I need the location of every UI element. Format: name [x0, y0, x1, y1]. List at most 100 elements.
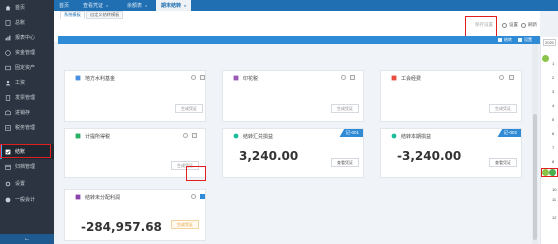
profit-icon: [391, 133, 397, 139]
month-item[interactable]: 11: [552, 197, 556, 202]
sidebar-item-label: 发票管理: [15, 95, 36, 101]
sidebar-item-funds[interactable]: 资金管理: [0, 45, 54, 60]
month-item[interactable]: 8: [552, 159, 554, 164]
gear-icon[interactable]: [191, 194, 196, 199]
sidebar-item-settings[interactable]: 设置: [0, 176, 54, 191]
sidebar-item-label: 进销存: [15, 110, 31, 116]
card-exchange-gain: 结转汇兑损益 3,240.00 查看凭证 记-001: [222, 128, 364, 178]
sidebar-item-reports[interactable]: 报表中心: [0, 30, 54, 45]
refresh-button[interactable]: 刷新: [521, 22, 537, 28]
month-item[interactable]: 2: [552, 75, 554, 80]
enable-checkbox[interactable]: [350, 75, 355, 80]
carry-forward-button[interactable]: 结转: [498, 37, 512, 43]
gear-icon[interactable]: [341, 75, 346, 80]
view-voucher-button[interactable]: 查看凭证: [489, 158, 517, 167]
gear-icon[interactable]: [191, 75, 196, 80]
generate-voucher-button[interactable]: 生成凭证: [489, 104, 517, 113]
tab-balance[interactable]: 余额表 ×: [122, 0, 152, 11]
subtab-label: 系统模板: [64, 12, 81, 17]
month-item[interactable]: 5: [552, 117, 554, 122]
salary-icon: [4, 80, 11, 86]
action-bar: [58, 36, 540, 44]
scrollbar-thumb[interactable]: [533, 114, 537, 240]
sidebar-collapse-button[interactable]: ←: [0, 234, 54, 244]
sidebar: 首页 总账 报表中心 资金管理 固定资产 工资 发票管理 进销存 税务管理 结账…: [0, 0, 54, 244]
button-label: 设置: [524, 37, 532, 42]
card-header: 地方水利基金: [65, 71, 205, 85]
close-icon[interactable]: ×: [184, 3, 186, 8]
tab-home[interactable]: 首页: [54, 0, 74, 11]
sidebar-item-invoice[interactable]: 发票管理: [0, 90, 54, 105]
month-item[interactable]: 7: [552, 145, 554, 150]
month-item[interactable]: 4: [552, 103, 554, 108]
year-select[interactable]: 2020: [543, 39, 556, 46]
card-undistributed-profit: 结转未分配利润 -284,957.68 生成凭证: [64, 189, 206, 241]
amount-value: -3,240.00: [397, 149, 462, 163]
enable-checkbox[interactable]: [200, 194, 205, 199]
gear-icon[interactable]: [183, 133, 188, 138]
vertical-scrollbar[interactable]: [532, 44, 538, 244]
gear-icon: [4, 181, 11, 187]
month-item[interactable]: 6: [552, 131, 554, 136]
button-label: 查看凭证: [337, 159, 353, 165]
generate-voucher-button[interactable]: 生成凭证: [331, 104, 359, 113]
sidebar-item-label: 工资: [15, 80, 26, 86]
month-item[interactable]: 3: [552, 89, 554, 94]
report-icon: [4, 35, 11, 41]
badge-label: 记-002: [503, 130, 517, 135]
button-label: 刷新: [528, 22, 537, 27]
close-icon[interactable]: ×: [106, 3, 108, 8]
button-label: 生成凭证: [177, 221, 193, 227]
enable-checkbox[interactable]: [509, 75, 514, 80]
sidebar-item-ledger[interactable]: 总账: [0, 15, 54, 30]
card-title: 结转本期损益: [401, 133, 432, 140]
sidebar-item-salary[interactable]: 工资: [0, 75, 54, 90]
tab-label: 首页: [59, 3, 70, 9]
enable-checkbox[interactable]: [200, 75, 205, 80]
sidebar-item-label: 税务管理: [15, 125, 36, 131]
sidebar-item-accountant[interactable]: 一般会计: [0, 192, 54, 207]
exchange-icon: [233, 133, 239, 139]
button-label: 生成凭证: [495, 105, 511, 111]
gear-icon: [502, 22, 507, 28]
tab-view-voucher[interactable]: 查看凭证 ×: [78, 0, 113, 11]
sidebar-item-inventory[interactable]: 进销存: [0, 105, 54, 120]
enable-checkbox[interactable]: [192, 133, 197, 138]
generate-voucher-button[interactable]: 生成凭证: [175, 104, 203, 113]
tab-period-end[interactable]: 期末结转 ×: [156, 0, 192, 11]
sidebar-item-home[interactable]: 首页: [0, 0, 54, 15]
gear-icon[interactable]: [499, 75, 504, 80]
card-profit-loss: 结转本期损益 -3,240.00 查看凭证 记-002: [380, 128, 522, 178]
card-title: 结转未分配利润: [85, 194, 121, 201]
sidebar-item-checkout[interactable]: 结账: [0, 144, 54, 159]
subtab-label: 自定义结转模板: [90, 12, 120, 17]
button-label: 生成凭证: [181, 105, 197, 111]
sidebar-item-label: 报表中心: [15, 35, 36, 41]
highlight-box-card: [186, 166, 206, 181]
subtab-system-template[interactable]: 系统模板: [60, 11, 85, 19]
sidebar-item-archive[interactable]: 归档管理: [0, 159, 54, 174]
generate-voucher-button[interactable]: 生成凭证: [171, 220, 199, 229]
tab-label: 余额表: [127, 3, 143, 9]
month-item[interactable]: 10: [552, 187, 556, 192]
card-stamp-tax: 印花税 生成凭证: [222, 70, 364, 122]
badge-label: 记-001: [345, 130, 359, 135]
water-icon: [75, 75, 81, 81]
highlight-box-calendar: [541, 168, 558, 177]
tax-icon: [75, 133, 81, 139]
button-label: 生成凭证: [337, 105, 353, 111]
month-item[interactable]: 1: [552, 61, 554, 66]
button-label: 结转: [504, 37, 512, 42]
close-icon[interactable]: ×: [145, 3, 147, 8]
month-item[interactable]: 12: [552, 215, 556, 220]
sidebar-item-label: 一般会计: [15, 197, 36, 203]
settings-blue-button[interactable]: 设置: [518, 37, 532, 43]
card-title: 计提所得税: [85, 133, 111, 140]
sidebar-item-assets[interactable]: 固定资产: [0, 60, 54, 75]
settings-button[interactable]: 设置: [502, 22, 518, 28]
card-title: 印花税: [243, 75, 259, 82]
view-voucher-button[interactable]: 查看凭证: [331, 158, 359, 167]
sidebar-item-tax[interactable]: 税务管理: [0, 120, 54, 135]
month-marker[interactable]: [542, 55, 549, 62]
subtab-custom-template[interactable]: 自定义结转模板: [86, 11, 124, 19]
